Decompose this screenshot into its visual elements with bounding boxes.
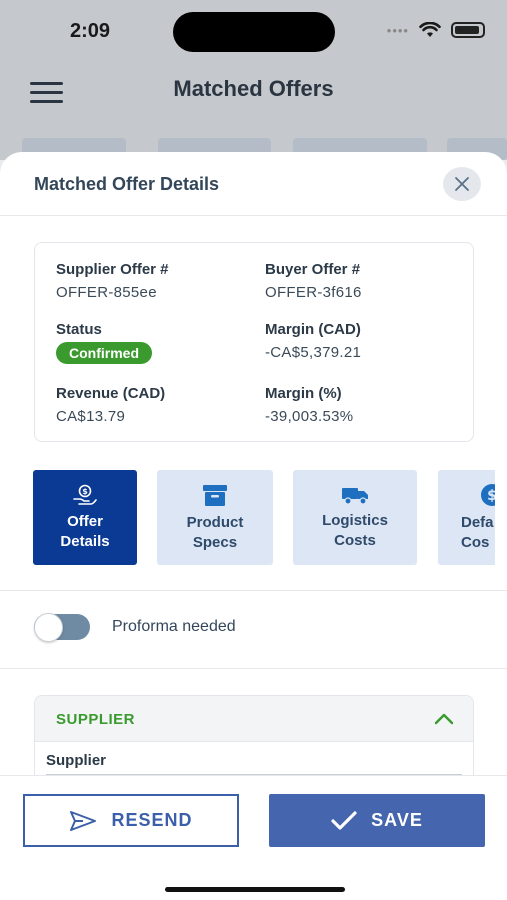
tab-label: Product Specs [186,513,244,551]
close-button[interactable] [443,167,481,201]
send-icon [70,810,97,831]
margin-pct-field: Margin (%) -39,003.53% [265,385,353,425]
status-bar: 2:09 •••• [0,0,507,62]
status-badge: Confirmed [56,342,152,364]
signal-icon: •••• [386,22,409,38]
sheet-header: Matched Offer Details [0,152,507,216]
wifi-icon [419,22,441,37]
hand-coin-icon: $ [73,484,97,505]
chevron-up-icon [434,713,454,725]
tab-label: Offer Details [60,512,110,550]
status-label: Status [56,321,102,338]
status-field: Status Confirmed [56,321,152,364]
margin-cad-label: Margin (CAD) [265,321,361,338]
svg-text:$: $ [82,487,88,496]
margin-pct-value: -39,003.53% [265,408,354,425]
app-header: Matched Offers [0,62,507,120]
supplier-offer-value: OFFER-855ee [56,284,157,301]
supplier-offer-label: Supplier Offer # [56,261,169,278]
svg-text:$: $ [487,488,495,504]
home-indicator [165,887,345,892]
tab-label: Logistics Costs [322,511,388,549]
close-icon [455,177,469,191]
detail-tabs: $ Offer Details Product Specs Logistics … [33,470,495,566]
dynamic-island [173,12,335,52]
tab-product-specs[interactable]: Product Specs [157,470,273,565]
tab-default-costs[interactable]: $ Defa Cos [438,470,495,565]
archive-box-icon [203,484,227,506]
status-time: 2:09 [70,20,111,42]
divider [0,668,507,669]
margin-cad-value: -CA$5,379.21 [265,344,362,361]
supplier-section-header[interactable]: SUPPLIER [35,696,473,742]
proforma-toggle[interactable] [34,613,90,642]
page-title: Matched Offers [173,76,334,101]
buyer-offer-label: Buyer Offer # [265,261,361,278]
battery-icon [451,22,485,38]
check-icon [331,810,357,830]
margin-pct-label: Margin (%) [265,385,342,402]
margin-cad-field: Margin (CAD) -CA$5,379.21 [265,321,361,361]
revenue-cad-field: Revenue (CAD) CA$13.79 [56,385,165,425]
proforma-row: Proforma needed [34,613,236,642]
save-label: SAVE [371,810,423,830]
footer-actions: RESEND SAVE [0,775,507,900]
offer-summary-card: Supplier Offer # OFFER-855ee Buyer Offer… [34,242,474,442]
truck-icon [342,487,368,505]
revenue-cad-value: CA$13.79 [56,408,126,425]
proforma-label: Proforma needed [112,618,236,635]
resend-label: RESEND [111,810,193,830]
toggle-knob [34,613,63,642]
supplier-offer-field: Supplier Offer # OFFER-855ee [56,261,169,301]
tab-offer-details[interactable]: $ Offer Details [33,470,137,565]
supplier-field-label: Supplier [46,752,107,769]
tab-logistics-costs[interactable]: Logistics Costs [293,470,417,565]
supplier-section-title: SUPPLIER [56,711,136,728]
sheet-title: Matched Offer Details [34,174,220,194]
buyer-offer-field: Buyer Offer # OFFER-3f616 [265,261,362,301]
save-button[interactable]: SAVE [269,794,485,847]
resend-button[interactable]: RESEND [23,794,239,847]
buyer-offer-value: OFFER-3f616 [265,284,362,301]
status-icons: •••• [387,22,485,38]
divider [0,590,507,591]
dollar-circle-icon: $ [481,483,495,506]
tab-label: Defa Cos [461,513,494,551]
revenue-cad-label: Revenue (CAD) [56,385,166,402]
